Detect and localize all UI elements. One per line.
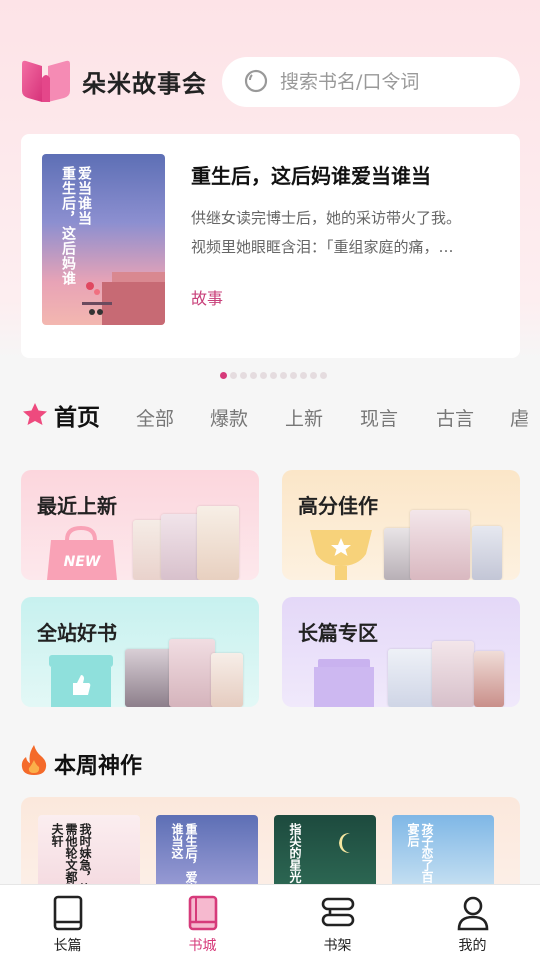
card-label: 最近上新 [37,494,117,518]
nav-profile[interactable]: 我的 [405,885,540,958]
cover-title-col2: 重生后，这后妈谁 [60,166,76,286]
card-label: 长篇专区 [298,621,378,645]
nav-label: 我的 [458,938,487,954]
nav-bookshelf[interactable]: 书架 [270,885,405,958]
trophy-icon [310,530,372,580]
carousel-dot[interactable] [320,372,327,379]
carousel-dot[interactable] [270,372,277,379]
book-stack [125,619,243,707]
bookshelf-icon [321,897,354,927]
cover-title-col1: 爱当谁当 [76,166,92,226]
carousel-dot[interactable] [310,372,317,379]
fire-icon [21,745,47,775]
book-cover-text: 指尖的星光 [288,823,302,883]
nav-label: 书架 [323,938,352,954]
banner-genre-tag: 故事 [191,289,224,308]
nav-bookstore[interactable]: 书城 [135,885,270,958]
search-input[interactable] [280,71,500,93]
book-stack [388,619,504,707]
card-high-score[interactable]: 高分佳作 [282,470,520,580]
tab-hot[interactable]: 爆款 [210,404,248,431]
book-box-icon [314,659,374,707]
weekly-book-3[interactable]: 指尖的星光 [274,815,376,895]
section-title-weekly: 本周神作 [54,754,143,779]
carousel-dot[interactable] [280,372,287,379]
search-bar[interactable] [222,57,520,107]
shopping-bag-icon: NEW [47,526,117,580]
banner-book-description: 供继女读完博士后，她的采访带火了我。 视频里她眼眶含泪：「重组家庭的痛，… [191,204,501,262]
carousel-dot[interactable] [260,372,267,379]
bottom-navigation: 长篇 书城 书架 我的 [0,884,540,958]
nav-label: 长篇 [53,938,82,954]
header: 朵米故事会 [0,0,540,130]
card-label: 全站好书 [37,621,117,645]
new-badge: NEW [64,554,101,570]
search-icon [244,69,268,93]
card-recent-new[interactable]: 最近上新 NEW [21,470,259,580]
carousel-dot[interactable] [230,372,237,379]
tab-angst[interactable]: 虐 [510,404,529,431]
card-label: 高分佳作 [298,494,378,518]
carousel-indicator[interactable] [220,372,327,379]
nav-long-novels[interactable]: 长篇 [0,885,135,958]
tab-ancient-romance[interactable]: 古言 [436,404,474,431]
card-site-best[interactable]: 全站好书 [21,597,259,707]
banner-book-cover[interactable]: 爱当谁当 重生后，这后妈谁 [42,154,165,325]
carousel-dot[interactable] [240,372,247,379]
weekly-book-4[interactable]: 孩子恋了百日宴后 [392,815,494,895]
featured-banner[interactable]: 爱当谁当 重生后，这后妈谁 重生后，这后妈谁爱当谁当 供继女读完博士后，她的采访… [21,134,520,358]
weekly-book-1[interactable]: 我时妹急，换需他轮文都胎夫轩 [38,815,140,895]
book-stack [384,492,504,580]
moon-icon [339,833,350,853]
book-icon [53,895,82,931]
tab-home[interactable]: 首页 [54,398,100,432]
carousel-dot[interactable] [220,372,227,379]
bookstore-icon [188,895,217,931]
weekly-book-2[interactable]: 重生后，爱当谁当这 [156,815,258,895]
category-tabs: 首页 全部 爆款 上新 现言 古言 虐 [20,398,540,434]
tab-new[interactable]: 上新 [285,404,323,431]
thumbs-up-box-icon [49,655,113,707]
app-name: 朵米故事会 [82,70,207,98]
profile-icon [457,896,488,931]
app-logo-icon [22,60,70,102]
book-stack [133,492,243,580]
carousel-dot[interactable] [290,372,297,379]
desc-line-1: 供继女读完博士后，她的采访带火了我。 [191,209,462,227]
carousel-dot[interactable] [300,372,307,379]
desc-line-2: 视频里她眼眶含泪：「重组家庭的痛，… [191,238,454,256]
tab-all[interactable]: 全部 [136,404,174,431]
tab-modern-romance[interactable]: 现言 [360,404,398,431]
star-icon [23,403,47,425]
nav-label: 书城 [188,938,217,954]
carousel-dot[interactable] [250,372,257,379]
card-long-novels[interactable]: 长篇专区 [282,597,520,707]
banner-book-title[interactable]: 重生后，这后妈谁爱当谁当 [191,160,431,189]
